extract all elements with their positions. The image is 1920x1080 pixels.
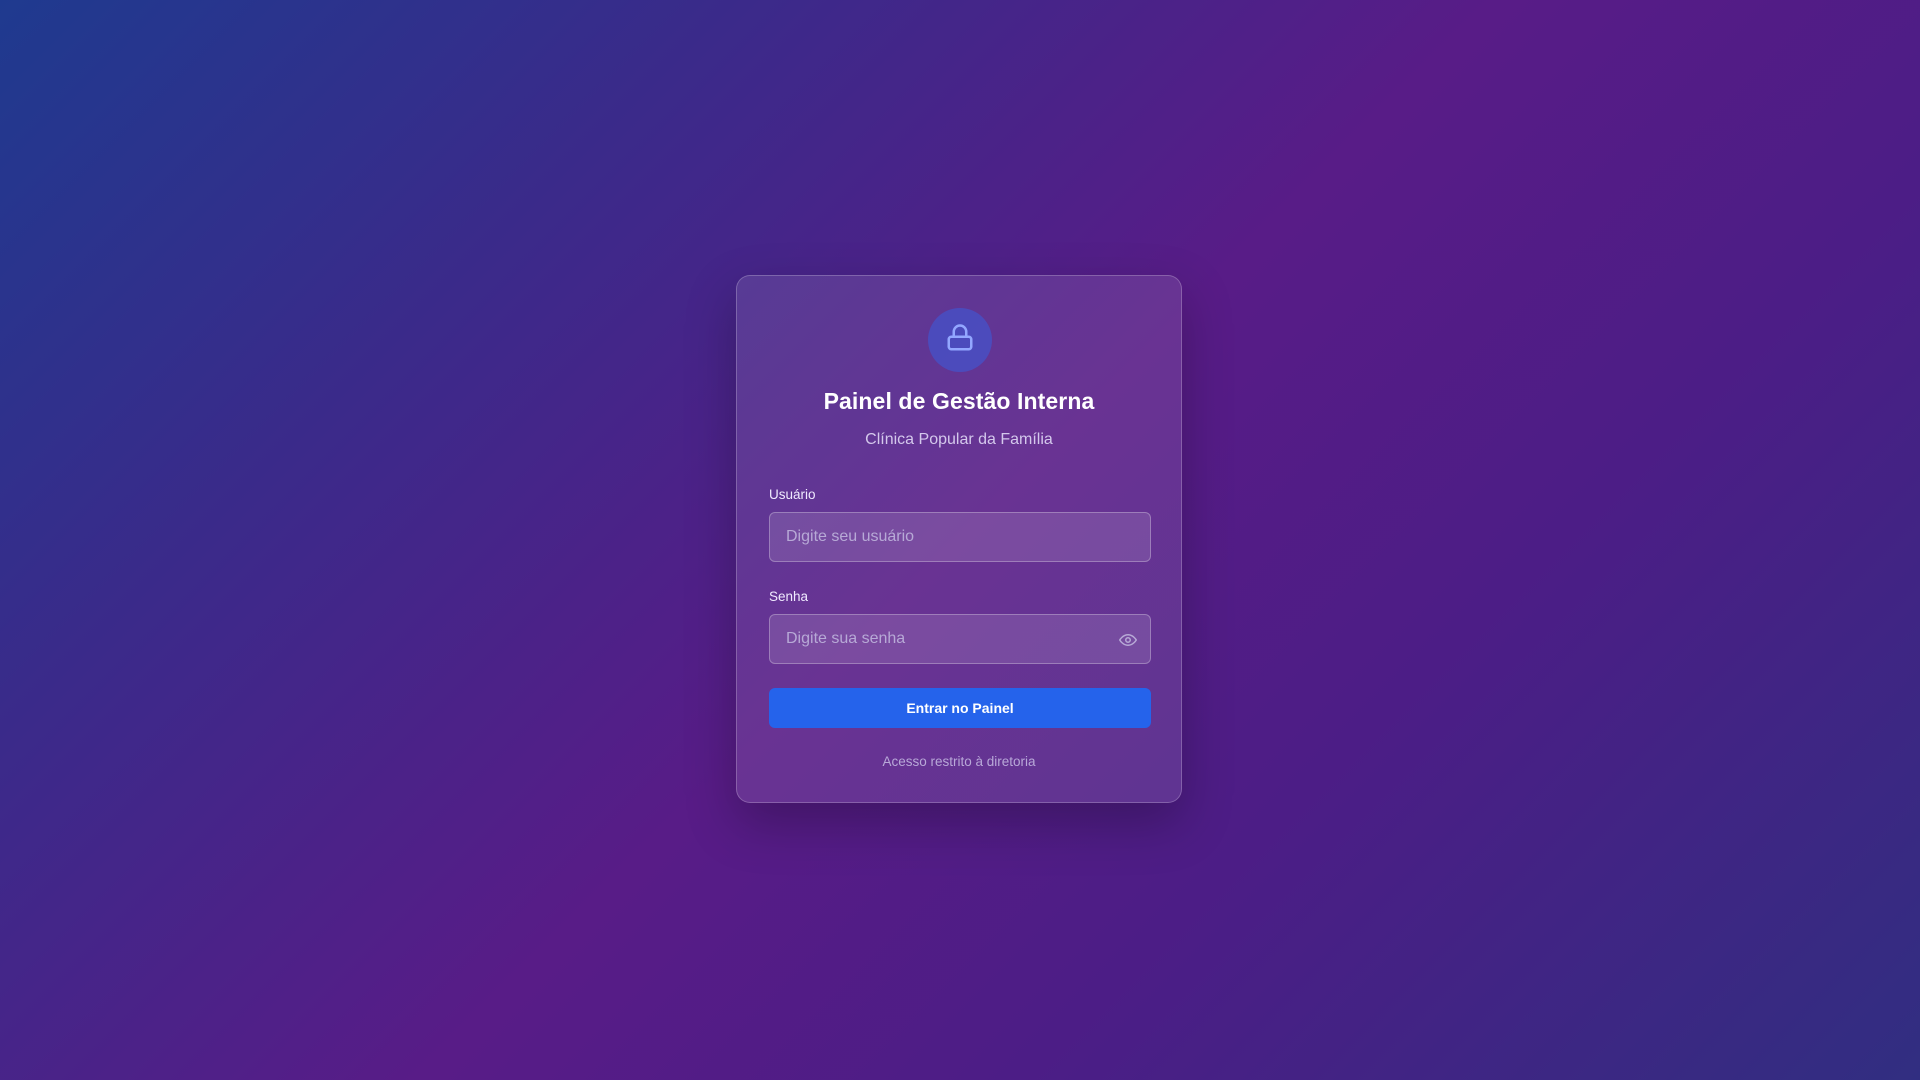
password-input[interactable] (770, 615, 1150, 663)
eye-icon[interactable] (1118, 630, 1138, 650)
username-field-wrapper (769, 512, 1151, 562)
lock-icon (945, 323, 975, 358)
password-label: Senha (769, 589, 809, 604)
login-button[interactable]: Entrar no Painel (769, 688, 1151, 728)
password-field-wrapper (769, 614, 1151, 664)
lock-badge (928, 308, 992, 372)
login-card: Painel de Gestão Interna Clínica Popular… (736, 275, 1182, 803)
page-title: Painel de Gestão Interna (823, 388, 1095, 414)
page-subtitle: Clínica Popular da Família (865, 431, 1053, 448)
restricted-access-note: Acesso restrito à diretoria (882, 754, 1036, 769)
username-input[interactable] (770, 513, 1150, 561)
username-label: Usuário (769, 487, 816, 502)
